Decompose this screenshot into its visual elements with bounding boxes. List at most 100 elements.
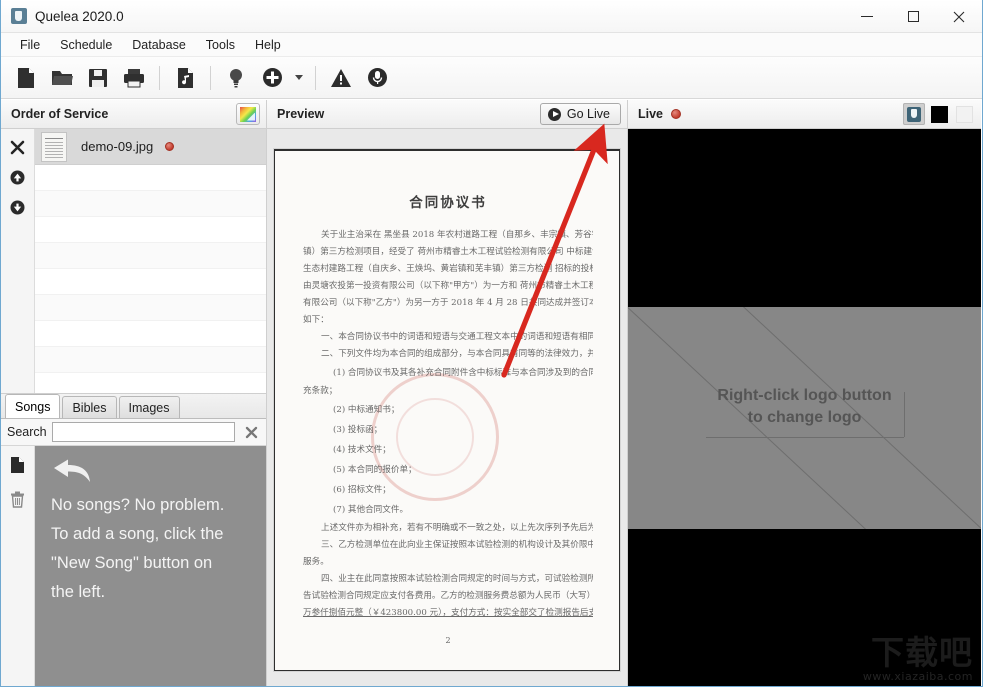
document-line: 上述文件亦为相补充，若有不明确或不一致之处，以上先次序列予先后为准。 (303, 520, 593, 537)
order-of-service-body: demo-09.jpg (1, 129, 266, 393)
trash-icon (10, 491, 25, 508)
live-header-buttons (903, 103, 975, 125)
watermark-text: 下载吧 (863, 636, 973, 670)
new-document-icon (10, 456, 25, 474)
logo-button[interactable] (903, 103, 925, 125)
menu-item-file[interactable]: File (10, 35, 50, 55)
menu-item-tools[interactable]: Tools (196, 35, 245, 55)
close-button[interactable] (936, 0, 982, 33)
order-of-service-list[interactable]: demo-09.jpg (35, 129, 266, 393)
search-input[interactable] (52, 422, 235, 442)
tab-bibles[interactable]: Bibles (62, 396, 116, 418)
window-controls (844, 0, 982, 33)
document-line: 有限公司（以下称"乙方"）为另一方于 2018 年 4 月 28 日共同达成并签… (303, 295, 593, 312)
move-down-button[interactable] (6, 196, 30, 218)
empty-row (35, 347, 266, 373)
close-icon (953, 11, 965, 23)
document-line: 万参仟捌佰元整（￥423800.00 元），支付方式：按实全部交了检测报告后支付… (303, 605, 593, 622)
document-list-item: (7) 其他合同文件。 (303, 500, 593, 520)
minimize-button[interactable] (844, 0, 890, 33)
arrow-down-circle-icon (10, 200, 25, 215)
left-column: Order of Service (1, 100, 267, 687)
list-item[interactable]: demo-09.jpg (35, 129, 266, 165)
preview-stage[interactable]: 合同协议书 关于业主治采在 黑坐县 2018 年农村道路工程（自那乡、丰宗镇、芳… (267, 129, 627, 687)
document-list-item: (6) 招标文件； (303, 480, 593, 500)
curved-arrow-back-icon (51, 458, 252, 489)
print-schedule-button[interactable] (117, 61, 151, 95)
live-panel: Live (628, 100, 981, 687)
add-item-dropdown[interactable] (291, 61, 307, 95)
clear-square-icon (956, 106, 973, 123)
library-empty-line-3: "New Song" button on (51, 549, 252, 578)
remove-item-button[interactable] (6, 136, 30, 158)
add-item-button[interactable] (255, 61, 289, 95)
document-thumbnail (41, 132, 67, 162)
empty-row (35, 191, 266, 217)
warning-button[interactable] (324, 61, 358, 95)
title-bar: Quelea 2020.0 (1, 0, 982, 33)
new-schedule-button[interactable] (9, 61, 43, 95)
live-stage[interactable]: Right-click logo button to change logo 下… (628, 129, 981, 687)
maximize-icon (908, 11, 919, 22)
order-side-buttons (1, 129, 35, 393)
clear-search-icon (245, 426, 258, 439)
document-line: 告试验检测合同规定应支付各费用。乙方的检测服务费总额为人民币（大写） 肆拾贰 (303, 588, 593, 605)
window-title: Quelea 2020.0 (35, 9, 124, 24)
placeholder-frame-line (706, 437, 904, 438)
minimize-icon (861, 16, 873, 17)
new-schedule-icon (16, 67, 36, 89)
open-schedule-icon (51, 68, 74, 87)
toolbar-separator-1 (159, 66, 160, 90)
chevron-down-icon (295, 75, 303, 80)
preview-panel: Preview Go Live 合同协议书 关于业主治采在 黑坐县 2018 年… (267, 100, 628, 687)
warning-icon (330, 68, 352, 88)
preview-title: Preview (277, 107, 324, 121)
theme-color-icon (240, 107, 256, 122)
toolbar (1, 57, 982, 99)
menu-item-help[interactable]: Help (245, 35, 291, 55)
document-line: 生态村建路工程（自庆乡、王焕坞、黄岩镇和芜丰镇）第三方检测 招标的投标文件，现 (303, 261, 593, 278)
document-list-intro-2: 充条款； (303, 383, 593, 400)
delete-song-button[interactable] (6, 488, 30, 510)
record-audio-button[interactable] (360, 61, 394, 95)
theme-button[interactable] (236, 103, 260, 125)
live-logo-placeholder: Right-click logo button to change logo (628, 307, 981, 529)
document-line: 一、本合同协议书中的词语和短语与交通工程文本中的词语和短语有相同的定义相同。 (303, 329, 593, 346)
play-circle-icon (548, 108, 561, 121)
empty-row (35, 217, 266, 243)
live-header: Live (628, 100, 981, 129)
document-title: 合同协议书 (303, 191, 593, 211)
black-screen-button[interactable] (928, 103, 950, 125)
document-list-item: (3) 投标函； (303, 420, 593, 440)
save-schedule-button[interactable] (81, 61, 115, 95)
tab-images[interactable]: Images (119, 396, 180, 418)
go-live-label: Go Live (567, 107, 610, 121)
tab-songs[interactable]: Songs (5, 394, 60, 418)
document-line: 四、业主在此同意按照本试验检测合同规定的时间与方式，可试验检测所需支付报 (303, 571, 593, 588)
document-line: 二、下列文件均为本合同的组成部分，与本合同具有同等的法律效力，并应 (303, 346, 593, 363)
empty-row (35, 321, 266, 347)
new-song-button[interactable] (6, 454, 30, 476)
close-icon (10, 140, 25, 155)
go-live-button[interactable]: Go Live (540, 103, 621, 125)
document-line: 镇）第三方检测项目，经受了 荷州市精睿土木工程试验检测有限公司 中标建设 201… (303, 244, 593, 261)
move-up-button[interactable] (6, 166, 30, 188)
library-body: No songs? No problem. To add a song, cli… (1, 446, 266, 687)
list-item-label: demo-09.jpg (81, 139, 153, 154)
menu-item-database[interactable]: Database (122, 35, 196, 55)
maximize-button[interactable] (890, 0, 936, 33)
add-song-file-button[interactable] (168, 61, 202, 95)
library-tabs: Songs Bibles Images (1, 393, 266, 419)
document-line: 三、乙方检测单位在此向业主保证按照本试验检测的机构设计及其价限中试验检测 (303, 537, 593, 554)
watermark-url: www.xiazaiba.com (863, 670, 973, 683)
tips-button[interactable] (219, 61, 253, 95)
document-line: 如下： (303, 312, 593, 329)
menu-item-schedule[interactable]: Schedule (50, 35, 122, 55)
search-bar: Search (1, 419, 266, 446)
black-square-icon (931, 106, 948, 123)
clear-screen-button[interactable] (953, 103, 975, 125)
clear-search-button[interactable] (240, 421, 262, 443)
document-list-intro: (1) 合同协议书及其各补充合同附件含中标标准与本合同涉及到的合同相关的谈清文件… (303, 363, 593, 383)
open-schedule-button[interactable] (45, 61, 79, 95)
status-badge (165, 142, 174, 151)
